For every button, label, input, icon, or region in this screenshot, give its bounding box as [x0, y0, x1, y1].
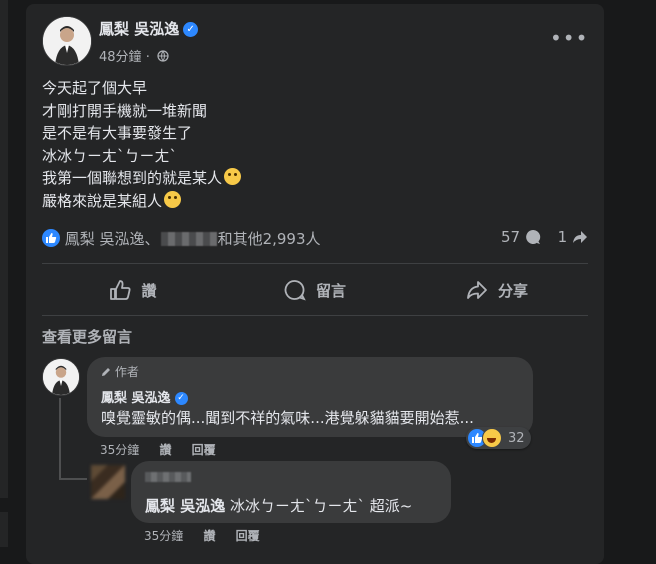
share-button[interactable]: 分享: [406, 270, 588, 310]
post-author-name[interactable]: 鳳梨 吳泓逸: [99, 20, 179, 38]
comments-count[interactable]: 57: [495, 228, 546, 246]
globe-icon: [157, 50, 169, 62]
post-timestamp[interactable]: 48分鐘: [99, 50, 142, 65]
left-sidebar-edge: [0, 0, 8, 547]
reply-avatar[interactable]: [91, 465, 125, 499]
pencil-icon: [102, 368, 110, 376]
sweat-smile-emoji-icon: [164, 190, 182, 208]
comment-reply-link[interactable]: 回覆: [192, 443, 216, 457]
engagement-counts: 57 1: [489, 228, 588, 246]
post-actions: 讚 留言 分享: [42, 270, 588, 310]
like-reaction-icon: [42, 229, 60, 247]
comment-avatar[interactable]: [42, 358, 80, 396]
author-avatar[interactable]: [42, 16, 92, 66]
reply-time[interactable]: 35分鐘: [144, 529, 183, 543]
sidebar-divider: [0, 498, 8, 512]
reply-mention[interactable]: 鳳梨 吳泓逸: [145, 497, 225, 515]
comment-time[interactable]: 35分鐘: [100, 443, 139, 457]
post-meta: 48分鐘 ·: [99, 46, 169, 65]
comment-icon: [284, 280, 306, 301]
reactors-prefix[interactable]: 鳳梨 吳泓逸、: [65, 230, 160, 248]
comment-meta: 35分鐘 讚 回覆: [100, 441, 232, 458]
reply-like-link[interactable]: 讚: [203, 529, 215, 543]
reply-text: 鳳梨 吳泓逸 冰冰ㄅㄧㄤˋㄅㄧㄤˋ 超派~: [145, 495, 412, 516]
verified-badge-icon: ✓: [174, 392, 188, 405]
comment-reactions[interactable]: 32: [466, 427, 531, 449]
post-line: 我第一個聯想到的就是某人: [42, 169, 223, 187]
comment-bubble: 作者 鳳梨 吳泓逸 ✓ 嗅覺靈敏的偶...聞到不祥的氣味...港覺躲貓貓要開始惹.…: [87, 357, 533, 437]
divider: [42, 263, 588, 264]
thread-line: [59, 478, 87, 480]
comment-reaction-count: 32: [508, 430, 525, 446]
share-count-icon: [573, 231, 587, 243]
verified-badge-icon: ✓: [183, 22, 199, 37]
like-button[interactable]: 讚: [42, 270, 224, 310]
post-author[interactable]: 鳳梨 吳泓逸 ✓: [99, 18, 199, 39]
author-badge: 作者: [101, 363, 139, 380]
sweat-smile-emoji-icon: [224, 168, 242, 185]
post-line-with-emoji: 嚴格來說是某組人: [42, 190, 241, 213]
reply-body: 冰冰ㄅㄧㄤˋㄅㄧㄤˋ 超派~: [225, 497, 413, 515]
share-icon: [467, 281, 487, 299]
reply-bubble: 鳳梨 吳泓逸 冰冰ㄅㄧㄤˋㄅㄧㄤˋ 超派~: [131, 461, 451, 523]
reply-reply-link[interactable]: 回覆: [236, 529, 260, 543]
comment-label: 留言: [315, 281, 346, 300]
haha-reaction-icon: [482, 428, 502, 448]
thread-line: [59, 398, 61, 480]
post-line: 才剛打開手機就一堆新聞: [42, 101, 208, 120]
post-line: 是不是有大事要發生了: [42, 124, 193, 142]
reactions-summary[interactable]: 鳳梨 吳泓逸、 和其他2,993人 57 1: [42, 228, 588, 254]
post-line: 今天起了個大早: [42, 79, 148, 97]
post-line: 嚴格來說是某組人: [42, 191, 163, 210]
reactors-suffix[interactable]: 和其他2,993人: [218, 230, 321, 248]
shares-count[interactable]: 1: [552, 228, 588, 246]
like-icon: [110, 280, 131, 300]
post-line: 冰冰ㄅㄧㄤˋㄅㄧㄤˋ: [42, 146, 178, 165]
divider: [42, 315, 588, 316]
commenter-photo: [43, 359, 79, 395]
post-card: 鳳梨 吳泓逸 ✓ 48分鐘 · ••• 今天起了個大早 才剛打開手機就一堆新聞 是…: [26, 4, 604, 564]
post-text: 今天起了個大早 才剛打開手機就一堆新聞 是不是有大事要發生了 冰冰ㄅㄧㄤˋㄅㄧㄤ…: [42, 77, 242, 213]
author-photo: [43, 17, 91, 65]
share-label: 分享: [497, 281, 528, 300]
comment-text: 嗅覺靈敏的偶...聞到不祥的氣味...港覺躲貓貓要開始惹...: [101, 409, 474, 427]
comment-count-icon: [526, 229, 541, 244]
reply-meta: 35分鐘 讚 回覆: [144, 527, 276, 544]
comment-author[interactable]: 鳳梨 吳泓逸 ✓: [101, 387, 188, 406]
like-label: 讚: [141, 281, 157, 300]
comment-like-link[interactable]: 讚: [159, 443, 171, 457]
post-line-with-emoji: 我第一個聯想到的就是某人: [42, 167, 242, 190]
blurred-reply-author: [145, 472, 191, 482]
more-options-icon[interactable]: •••: [550, 26, 588, 50]
blurred-name: [160, 232, 217, 246]
view-more-comments-link[interactable]: 查看更多留言: [42, 326, 132, 347]
comment-author-name[interactable]: 鳳梨 吳泓逸: [101, 391, 171, 406]
comment-button[interactable]: 留言: [224, 270, 406, 310]
